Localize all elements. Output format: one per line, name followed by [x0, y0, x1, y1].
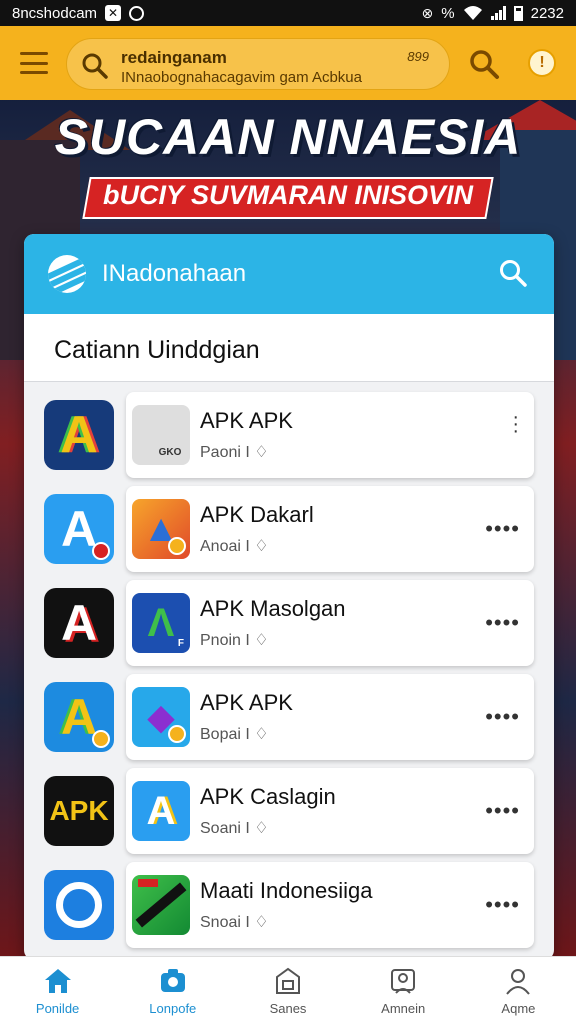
app-row-panel: Maati Indonesiiga Snoai I ♢ •••• [126, 862, 534, 948]
battery-icon [513, 5, 523, 21]
status-bar: 8ncshodcam ✕ ⊗ % 2232 [0, 0, 576, 26]
more-options-icon[interactable]: •••• [485, 704, 520, 730]
nav-inbox[interactable]: Amnein [346, 957, 461, 1024]
chevron-icon: ♢ [254, 538, 269, 555]
nav-inbox-label: Amnein [381, 1001, 426, 1016]
app-name: APK APK [200, 408, 293, 433]
app-subtitle: Anoai I ♢ [200, 538, 269, 555]
notification-x-icon: ✕ [105, 5, 122, 21]
app-name: APK Dakarl [200, 502, 314, 527]
app-icon: A [44, 400, 114, 470]
more-options-icon[interactable]: •••• [485, 516, 520, 542]
app-thumbnail [132, 875, 190, 935]
app-icon: APK [44, 776, 114, 846]
search-subtitle: INnaobognahacagavim gam Acbkua [121, 69, 362, 86]
store-icon [276, 967, 300, 994]
search-title: redainganam [121, 48, 227, 67]
app-name: Maati Indonesiiga [200, 878, 373, 903]
chevron-icon: ♢ [254, 820, 269, 837]
app-row[interactable]: A GKO APK APK Paoni I ♢ · · · [44, 392, 534, 478]
app-name: APK Caslagin [200, 784, 336, 809]
wifi-icon [463, 6, 482, 20]
app-row[interactable]: A ◆ APK APK Bopai I ♢ •••• [44, 674, 534, 760]
brand-logo-icon [48, 255, 86, 293]
app-subtitle: Soani I ♢ [200, 820, 269, 837]
status-time: 2232 [530, 4, 564, 22]
card-header: INadonahaan [24, 234, 554, 314]
nav-store-label: Sanes [269, 1001, 307, 1016]
vibrate-icon: ⊗ [421, 4, 434, 21]
card-search-icon[interactable] [498, 258, 528, 288]
app-icon: A [44, 682, 114, 752]
chevron-icon: ♢ [254, 914, 269, 931]
card-title: INadonahaan [102, 260, 247, 287]
app-thumbnail: ▲ [132, 499, 190, 559]
app-icon [44, 870, 114, 940]
app-thumbnail: ◆ [132, 687, 190, 747]
chevron-icon: ♢ [254, 632, 269, 649]
info-button[interactable]: ! [528, 49, 556, 77]
app-list-card: INadonahaan Catiann Uinddgian A GKO APK … [24, 234, 554, 960]
app-row-panel: A APK Caslagin Soani I ♢ •••• [126, 768, 534, 854]
app-icon-ring [56, 882, 102, 928]
nav-profile[interactable]: Aqme [461, 957, 576, 1024]
nav-store[interactable]: Sanes [230, 957, 345, 1024]
app-row-panel: ▲ APK Dakarl Anoai I ♢ •••• [126, 486, 534, 572]
app-subtitle: Pnoin I ♢ [200, 632, 269, 649]
app-thumbnail: Λ F [132, 593, 190, 653]
app-name: APK Masolgan [200, 596, 346, 621]
more-options-icon[interactable]: •••• [485, 610, 520, 636]
menu-icon[interactable] [20, 52, 48, 74]
app-row[interactable]: Maati Indonesiiga Snoai I ♢ •••• [44, 862, 534, 948]
app-row-panel: ◆ APK APK Bopai I ♢ •••• [126, 674, 534, 760]
app-subtitle: Bopai I ♢ [200, 726, 269, 743]
home-icon [44, 969, 71, 993]
more-options-icon[interactable]: · · · [512, 407, 520, 441]
banner-ribbon-text: bUCIY SUVMARAN INISOVIN [102, 180, 474, 210]
app-thumbnail: A [132, 781, 190, 841]
app-row[interactable]: A ▲ APK Dakarl Anoai I ♢ •••• [44, 486, 534, 572]
battery-percent-symbol: % [441, 4, 455, 22]
nav-home-label: Ponilde [35, 1001, 80, 1016]
nav-camera-label: Lonpofe [149, 1001, 197, 1016]
chevron-icon: ♢ [254, 444, 269, 461]
nav-profile-label: Aqme [501, 1001, 536, 1016]
status-left-text: 8ncshodcam [12, 4, 98, 22]
app-row[interactable]: APK A APK Caslagin Soani I ♢ •••• [44, 768, 534, 854]
app-name: APK APK [200, 690, 293, 715]
section-title: Catiann Uinddgian [54, 336, 260, 364]
app-subtitle: Snoai I ♢ [200, 914, 269, 931]
app-row-panel: Λ F APK Masolgan Pnoin I ♢ •••• [126, 580, 534, 666]
profile-icon [506, 969, 531, 995]
app-row-panel: GKO APK APK Paoni I ♢ · · · [126, 392, 534, 478]
search-meta: 899 [407, 49, 429, 64]
app-subtitle: Paoni I ♢ [200, 444, 269, 461]
camera-icon [160, 969, 185, 992]
section-header: Catiann Uinddgian [24, 314, 554, 382]
notification-chat-icon [129, 5, 145, 21]
nav-home[interactable]: Ponilde [0, 957, 115, 1024]
nav-camera[interactable]: Lonpofe [115, 957, 230, 1024]
chevron-icon: ♢ [254, 726, 269, 743]
search-input[interactable]: redainganam 899 INnaobognahacagavim gam … [66, 38, 450, 90]
bottom-navigation: Ponilde Lonpofe Sanes Amnein Aqme [0, 956, 576, 1024]
info-icon: ! [539, 54, 545, 71]
search-button[interactable] [468, 48, 500, 80]
search-icon [82, 53, 108, 79]
signal-icon [490, 6, 506, 20]
app-icon: A [44, 588, 114, 658]
app-icon: A [44, 494, 114, 564]
app-bar: redainganam 899 INnaobognahacagavim gam … [0, 26, 576, 100]
more-options-icon[interactable]: •••• [485, 798, 520, 824]
banner-title: SUCAAN NNAESIA [54, 109, 522, 165]
app-row[interactable]: A Λ F APK Masolgan Pnoin I ♢ •••• [44, 580, 534, 666]
app-thumbnail: GKO [132, 405, 190, 465]
more-options-icon[interactable]: •••• [485, 892, 520, 918]
inbox-icon [391, 969, 416, 994]
